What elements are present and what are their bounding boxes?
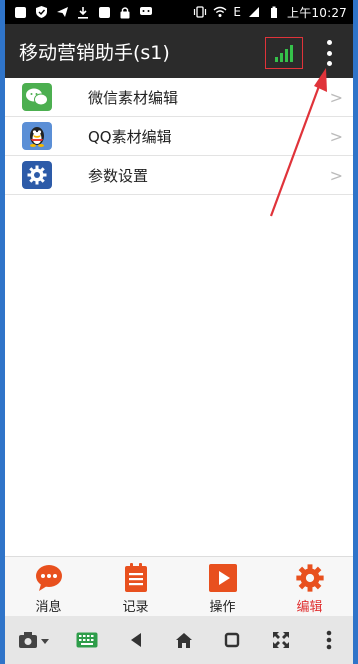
tab-label: 操作 — [209, 600, 236, 615]
qq-penguin-icon — [22, 122, 52, 150]
message-icon — [34, 563, 64, 593]
menu-dot — [326, 50, 332, 56]
system-navigation-bar — [5, 616, 353, 664]
gear-icon — [295, 563, 325, 593]
list-item-qq-material[interactable]: QQ素材编辑 > — [5, 117, 353, 156]
gear-icon — [22, 161, 52, 189]
signal-bar — [290, 45, 293, 62]
bottom-navigation: 消息 记录 操作 编辑 — [5, 556, 353, 617]
notification-square-icon — [13, 5, 27, 19]
chat-bubble-icon — [139, 5, 153, 19]
app-bar: 移动营销助手(s1) — [5, 24, 353, 78]
list-item-label: 微信素材编辑 — [88, 88, 179, 107]
tab-label: 记录 — [122, 600, 149, 615]
overflow-menu-button[interactable] — [319, 38, 339, 68]
list-icon — [121, 563, 151, 593]
keyboard-icon[interactable] — [72, 625, 102, 655]
list-item-wechat-material[interactable]: 微信素材编辑 > — [5, 78, 353, 117]
chevron-right-icon: > — [329, 165, 343, 185]
wechat-icon — [22, 83, 52, 111]
square-icon — [97, 5, 111, 19]
list-item-label: 参数设置 — [88, 166, 149, 185]
tab-label: 编辑 — [296, 600, 323, 615]
list-item-label: QQ素材编辑 — [88, 127, 172, 146]
shield-icon — [34, 5, 48, 19]
cell-signal-icon — [247, 5, 261, 19]
tab-messages[interactable]: 消息 — [5, 557, 92, 617]
home-icon[interactable] — [169, 625, 199, 655]
chevron-right-icon: > — [329, 126, 343, 146]
tab-label: 消息 — [35, 600, 62, 615]
status-bar: E 上午10:27 — [5, 0, 353, 24]
lock-icon — [118, 5, 132, 19]
download-icon — [76, 5, 90, 19]
battery-icon — [267, 5, 281, 19]
phone-screen: E 上午10:27 移动营销助手(s1) 微信素材编辑 > QQ素材编辑 > 参… — [5, 0, 353, 664]
camera-icon[interactable] — [14, 625, 54, 655]
tab-records[interactable]: 记录 — [92, 557, 179, 617]
vibrate-icon — [193, 5, 207, 19]
play-icon — [208, 563, 238, 593]
signal-bar — [275, 57, 278, 62]
settings-list: 微信素材编辑 > QQ素材编辑 > 参数设置 > — [5, 78, 353, 195]
signal-status-button[interactable] — [265, 37, 303, 69]
more-options-icon[interactable] — [314, 625, 344, 655]
list-item-parameter-settings[interactable]: 参数设置 > — [5, 156, 353, 195]
signal-bar — [280, 53, 283, 62]
chevron-right-icon: > — [329, 87, 343, 107]
menu-dot — [326, 61, 332, 66]
tab-edit[interactable]: 编辑 — [266, 557, 353, 617]
menu-dot — [326, 40, 332, 45]
send-icon — [55, 5, 69, 19]
clock: 上午10:27 — [287, 5, 347, 20]
tab-operations[interactable]: 操作 — [179, 557, 266, 617]
back-icon[interactable] — [121, 625, 151, 655]
fullscreen-icon[interactable] — [266, 625, 296, 655]
recent-apps-icon[interactable] — [217, 625, 247, 655]
app-title: 移动营销助手(s1) — [19, 41, 170, 64]
wifi-icon — [213, 5, 227, 19]
network-type-label: E — [233, 5, 242, 19]
signal-bar — [285, 49, 288, 62]
